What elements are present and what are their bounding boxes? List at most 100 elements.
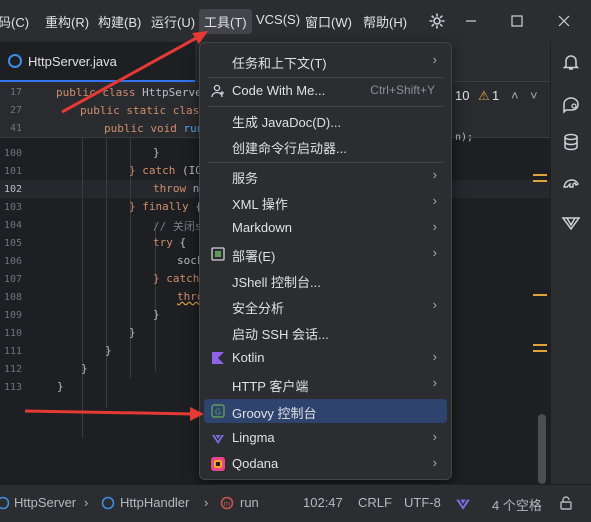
- maximize-icon[interactable]: [506, 10, 528, 32]
- sticky-line[interactable]: public class HttpServer: [56, 86, 208, 99]
- code-line[interactable]: }: [129, 326, 136, 339]
- line-number: 103: [3, 202, 22, 213]
- svg-text:G: G: [215, 408, 221, 417]
- code-line[interactable]: }: [153, 308, 160, 321]
- menu-item-generate-javadoc[interactable]: 生成 JavaDoc(D)...: [204, 108, 447, 132]
- warning-stripe-marker[interactable]: [533, 294, 547, 296]
- code-line[interactable]: }: [105, 344, 112, 357]
- inspection-count[interactable]: 10: [455, 88, 469, 103]
- line-separator[interactable]: CRLF: [358, 495, 392, 510]
- qodana-icon: [211, 457, 225, 471]
- warning-stripe-marker[interactable]: [533, 174, 547, 176]
- deploy-icon: [211, 247, 225, 261]
- code-line[interactable]: } finally {: [129, 200, 202, 213]
- java-class-icon: [8, 54, 22, 68]
- line-number: 111: [3, 346, 22, 357]
- file-encoding[interactable]: UTF-8: [404, 495, 441, 510]
- menu-item-create-cli-launcher[interactable]: 创建命令行启动器...: [204, 134, 447, 158]
- code-line[interactable]: }: [153, 146, 160, 159]
- breadcrumb-inner-class[interactable]: HttpHandler: [120, 495, 189, 510]
- caret-position[interactable]: 102:47: [303, 495, 343, 510]
- menu-item-groovy-console[interactable]: G Groovy 控制台: [204, 399, 447, 423]
- menu-run[interactable]: 运行(U): [151, 12, 195, 31]
- menu-item-label: 任务和上下文(T): [232, 56, 327, 71]
- line-number: 109: [3, 310, 22, 321]
- gradle-icon[interactable]: [561, 172, 581, 192]
- line-number: 105: [3, 238, 22, 249]
- code-line[interactable]: }: [57, 380, 64, 393]
- menu-tools[interactable]: 工具(T): [199, 9, 252, 34]
- ai-assistant-icon[interactable]: [561, 94, 581, 114]
- database-icon[interactable]: [561, 132, 581, 152]
- indent-setting[interactable]: 4 个空格: [492, 495, 542, 514]
- lingma-tool-icon[interactable]: [561, 212, 581, 232]
- menu-separator: [208, 106, 443, 107]
- lingma-status-icon[interactable]: [455, 495, 471, 511]
- warning-stripe-marker[interactable]: [533, 344, 547, 346]
- vertical-scrollbar[interactable]: [538, 414, 546, 484]
- line-number: 110: [3, 328, 22, 339]
- menu-item-tasks-context[interactable]: 任务和上下文(T) ›: [204, 49, 447, 73]
- line-number: 113: [3, 382, 22, 393]
- menu-item-http-client[interactable]: HTTP 客户端 ›: [204, 372, 447, 396]
- menu-item-xml-actions[interactable]: XML 操作 ›: [204, 190, 447, 214]
- menu-item-label: Code With Me...: [232, 83, 326, 98]
- chevron-right-icon: ›: [84, 495, 89, 510]
- menu-item-lingma[interactable]: Lingma ›: [204, 426, 447, 450]
- menu-vcs[interactable]: VCS(S): [256, 12, 300, 27]
- line-number: 102: [3, 184, 22, 195]
- breadcrumb-method[interactable]: run: [240, 495, 259, 510]
- breadcrumb-class[interactable]: HttpServer: [14, 495, 76, 510]
- settings-gear-icon[interactable]: [426, 10, 448, 32]
- warning-icon[interactable]: ⚠: [478, 88, 490, 104]
- minimize-icon[interactable]: [460, 10, 482, 32]
- notifications-bell-icon[interactable]: [561, 52, 581, 72]
- chevron-up-icon[interactable]: ˄: [511, 88, 519, 103]
- menu-item-label: Qodana: [232, 456, 279, 471]
- warning-stripe-marker[interactable]: [533, 180, 547, 182]
- menu-help[interactable]: 帮助(H): [363, 12, 407, 31]
- tools-dropdown-menu: 任务和上下文(T) › Code With Me... Ctrl+Shift+Y…: [199, 42, 452, 480]
- menu-item-jshell-console[interactable]: JShell 控制台...: [204, 268, 447, 292]
- menu-item-label: Lingma: [232, 430, 275, 445]
- code-line[interactable]: throw n: [153, 182, 199, 195]
- menu-item-shortcut: Ctrl+Shift+Y: [370, 83, 435, 97]
- menu-item-markdown[interactable]: Markdown ›: [204, 216, 447, 240]
- menu-item-start-ssh-session[interactable]: 启动 SSH 会话...: [204, 320, 447, 344]
- menu-separator: [208, 77, 443, 78]
- menu-build[interactable]: 构建(B): [98, 12, 141, 31]
- submenu-arrow-icon: ›: [432, 349, 437, 364]
- warning-stripe-marker[interactable]: [533, 350, 547, 352]
- chevron-right-icon: ›: [204, 495, 209, 510]
- warning-count[interactable]: 1: [492, 88, 499, 103]
- menu-item-qodana[interactable]: Qodana ›: [204, 452, 447, 476]
- code-comment[interactable]: // 关闭s: [153, 218, 202, 234]
- code-line[interactable]: }: [81, 362, 88, 375]
- menu-item-code-with-me[interactable]: Code With Me... Ctrl+Shift+Y: [204, 79, 447, 103]
- submenu-arrow-icon: ›: [432, 375, 437, 390]
- menu-item-kotlin[interactable]: Kotlin ›: [204, 346, 447, 370]
- inner-class-icon: [101, 496, 115, 510]
- menu-item-security-analysis[interactable]: 安全分析 ›: [204, 294, 447, 318]
- truncated-code-tail: n);: [455, 132, 474, 143]
- line-number: 106: [3, 256, 22, 267]
- menu-item-deployment[interactable]: 部署(E) ›: [204, 242, 447, 266]
- chevron-down-icon[interactable]: ˅: [530, 88, 538, 103]
- line-number: 107: [3, 274, 22, 285]
- code-line[interactable]: try {: [153, 236, 186, 249]
- code-line[interactable]: } catch: [153, 272, 199, 285]
- sticky-line[interactable]: public static class: [80, 104, 206, 117]
- menu-code[interactable]: 码(C): [0, 12, 29, 31]
- submenu-arrow-icon: ›: [432, 52, 437, 67]
- close-icon[interactable]: [553, 10, 575, 32]
- code-line[interactable]: } catch (IO: [129, 164, 202, 177]
- lock-icon[interactable]: [558, 495, 574, 511]
- menu-item-label: Markdown: [232, 220, 292, 235]
- menu-refactor[interactable]: 重构(R): [45, 12, 89, 31]
- sticky-line[interactable]: public void run: [104, 122, 203, 135]
- tab-httpserver-java[interactable]: HttpServer.java: [0, 42, 195, 82]
- submenu-arrow-icon: ›: [432, 245, 437, 260]
- menu-window[interactable]: 窗口(W): [305, 12, 352, 31]
- menu-item-services[interactable]: 服务 ›: [204, 164, 447, 188]
- line-number: 101: [3, 166, 22, 177]
